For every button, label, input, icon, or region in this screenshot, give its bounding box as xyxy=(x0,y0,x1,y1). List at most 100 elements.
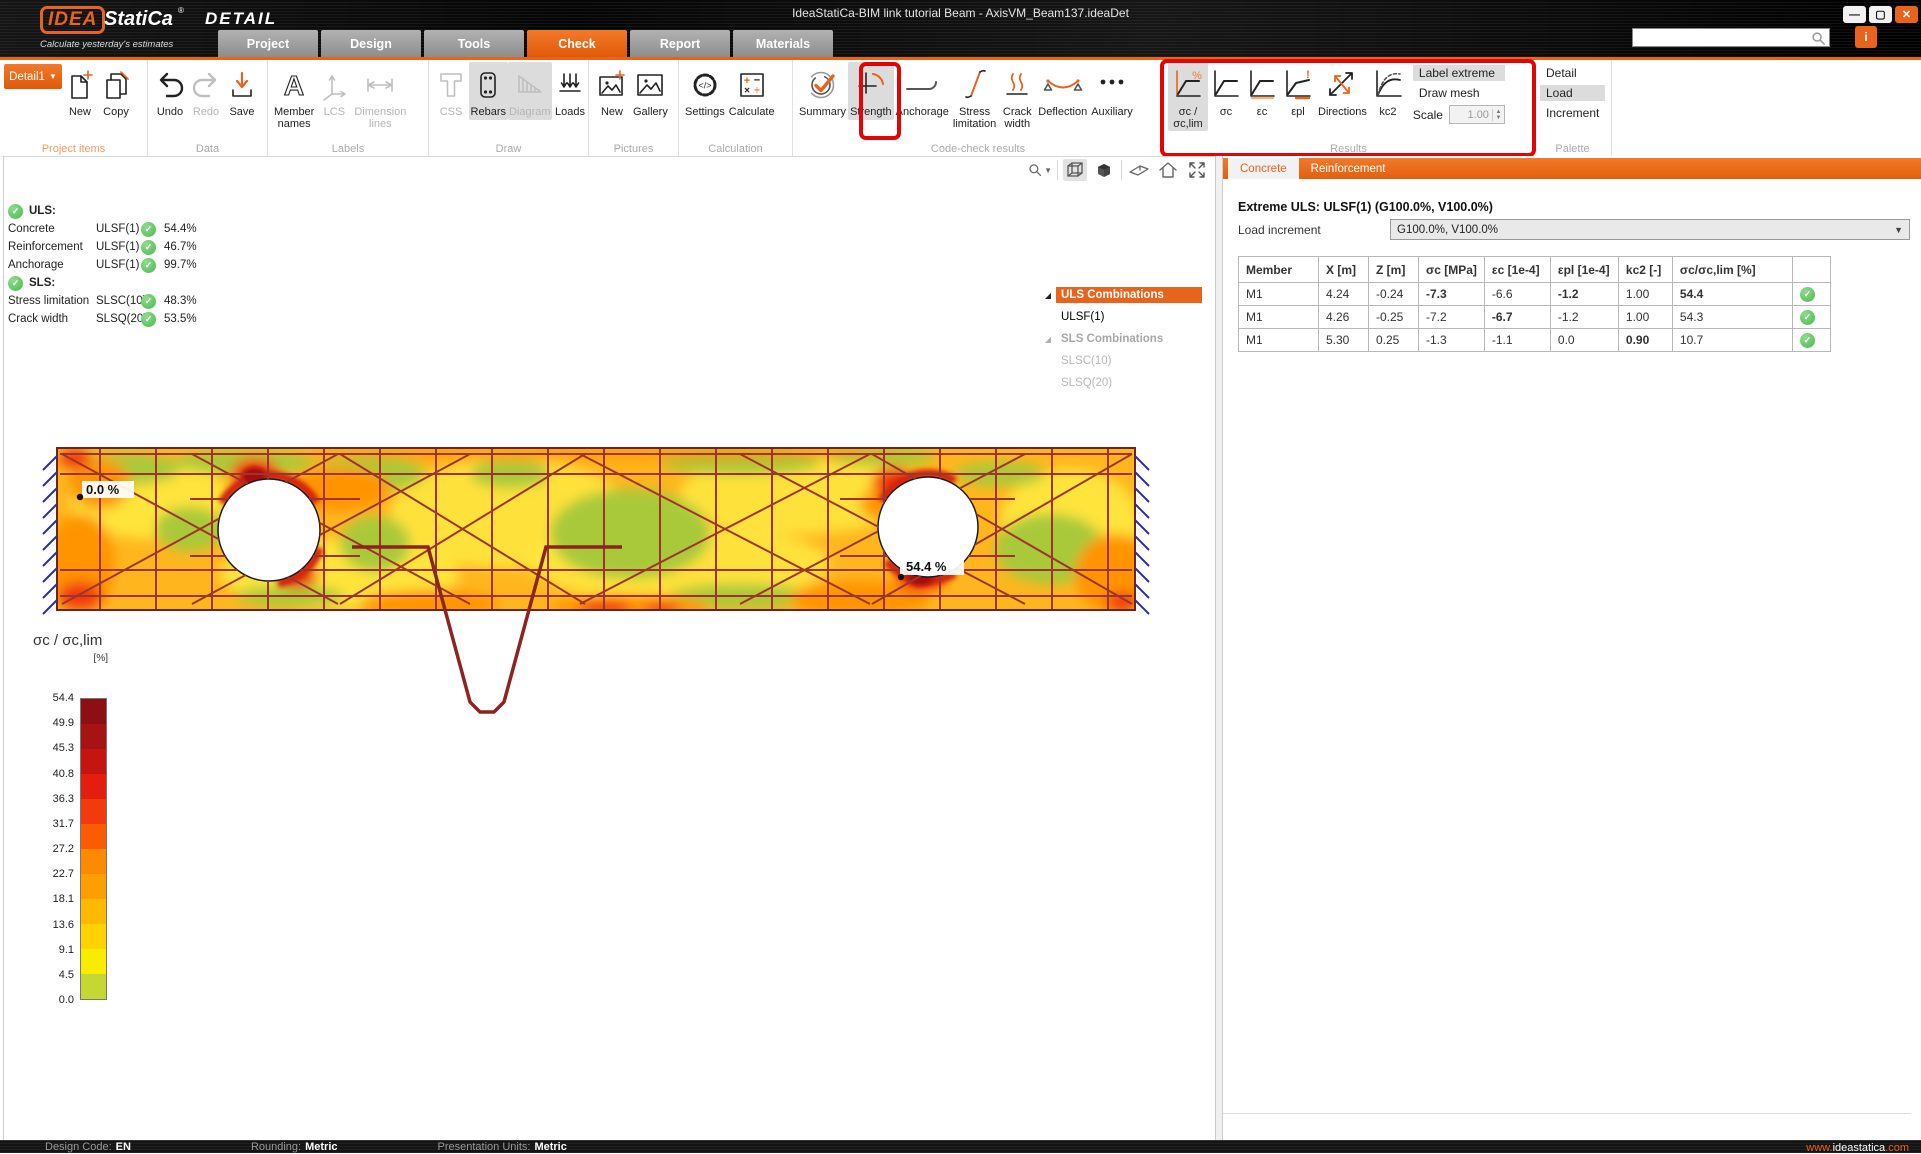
stress-curve-icon xyxy=(1210,63,1242,107)
new-picture-button[interactable]: New xyxy=(593,62,631,120)
load-increment-dropdown[interactable]: G100.0%, V100.0% ▼ xyxy=(1390,219,1910,240)
new-item-button[interactable]: New xyxy=(62,62,98,120)
table-cell: 5.30 xyxy=(1319,329,1369,352)
tree-item[interactable]: ◢SLS Combinations xyxy=(1040,328,1202,350)
table-cell: 1.00 xyxy=(1618,306,1672,329)
table-cell: 10.7 xyxy=(1672,329,1792,352)
chevron-down-icon: ▼ xyxy=(1894,225,1903,235)
tab-check[interactable]: Check xyxy=(527,30,627,57)
website-link[interactable]: www.ideastatica.com xyxy=(1806,1141,1909,1154)
tree-item-label: SLS Combinations xyxy=(1056,331,1202,347)
legend-segment xyxy=(81,749,106,774)
minimize-button[interactable]: — xyxy=(1843,6,1866,23)
label-extreme-toggle[interactable]: Label extreme xyxy=(1413,65,1505,81)
tab-materials[interactable]: Materials xyxy=(733,30,833,57)
calculate-button[interactable]: +−×÷ Calculate xyxy=(727,62,777,120)
fit-arrows-icon xyxy=(1187,160,1207,180)
load-increment-value: G100.0%, V100.0% xyxy=(1397,224,1498,236)
search-input[interactable] xyxy=(1632,28,1830,47)
tree-expander-icon[interactable]: ◢ xyxy=(1040,335,1056,344)
loads-button[interactable]: Loads xyxy=(552,62,588,120)
panel-splitter[interactable] xyxy=(1215,156,1223,1140)
tree-item[interactable]: ◢ULS Combinations xyxy=(1040,284,1202,306)
gallery-button[interactable]: Gallery xyxy=(631,62,670,120)
ribbon: Detail1 ▼ New Copy Project items xyxy=(0,60,1921,156)
sc-button[interactable]: σc xyxy=(1208,62,1244,120)
strength-button[interactable]: Strength xyxy=(848,62,894,120)
website-name: ideastatica xyxy=(1833,1142,1886,1154)
section-view-button[interactable] xyxy=(1127,159,1151,181)
detail-selector[interactable]: Detail1 ▼ xyxy=(4,64,62,89)
tree-expander-icon[interactable]: ◢ xyxy=(1040,291,1056,300)
check-icon xyxy=(141,240,156,255)
kc2-button[interactable]: kc2 xyxy=(1369,62,1407,120)
summary-button[interactable]: Summary xyxy=(797,62,848,120)
summary-row: AnchorageULSF(1)99.7% xyxy=(8,256,197,274)
draw-mesh-toggle[interactable]: Draw mesh xyxy=(1413,85,1505,101)
magnifier-icon xyxy=(1028,161,1042,179)
anchorage-button[interactable]: Anchorage xyxy=(894,62,951,120)
legend-tick-label: 40.8 xyxy=(34,768,74,780)
tab-concrete[interactable]: Concrete xyxy=(1228,158,1299,179)
close-button[interactable]: ✕ xyxy=(1895,6,1918,23)
tree-item[interactable]: SLSC(10) xyxy=(1040,350,1202,372)
spinner-arrows-icon[interactable]: ▲▼ xyxy=(1492,109,1504,121)
table-row[interactable]: M14.24-0.24-7.3-6.6-1.21.0054.4 xyxy=(1239,283,1831,306)
directions-arrows-icon xyxy=(1322,63,1362,107)
statica-logo: StatiCa xyxy=(104,8,173,31)
palette-load-option[interactable]: Load xyxy=(1540,85,1605,101)
rebars-button[interactable]: Rebars xyxy=(469,62,508,120)
ec-button[interactable]: εc xyxy=(1244,62,1280,120)
check-icon xyxy=(141,294,156,309)
scale-spinner[interactable]: 1.00 ▲▼ xyxy=(1449,105,1505,124)
maximize-button[interactable]: ▢ xyxy=(1869,6,1892,23)
directions-button[interactable]: Directions xyxy=(1316,62,1369,120)
canvas-toolbar: ▼ xyxy=(1028,159,1209,181)
zoom-tool-button[interactable]: ▼ xyxy=(1028,159,1052,181)
tab-tools[interactable]: Tools xyxy=(424,30,524,57)
lcs-button[interactable]: LCS xyxy=(316,62,352,120)
epl-button[interactable]: ! εpl xyxy=(1280,62,1316,120)
table-cell: M1 xyxy=(1239,329,1319,352)
table-cell: -1.2 xyxy=(1550,306,1618,329)
summary-section-header: SLS: xyxy=(8,274,197,292)
save-button[interactable]: Save xyxy=(224,62,260,120)
zoom-fit-button[interactable] xyxy=(1185,159,1209,181)
beam-result-plot[interactable]: 0.0 % 54.4 % xyxy=(40,444,1160,724)
extreme-label-min: 0.0 % xyxy=(77,481,134,500)
redo-button[interactable]: Redo xyxy=(188,62,224,120)
tree-item[interactable]: SLSQ(20) xyxy=(1040,372,1202,394)
copy-item-button[interactable]: Copy xyxy=(98,62,134,120)
diagram-button[interactable]: Diagram xyxy=(508,62,552,120)
member-names-button[interactable]: A Member names xyxy=(272,62,316,131)
css-button[interactable]: CSS xyxy=(433,62,469,120)
tree-item[interactable]: ULSF(1) xyxy=(1040,306,1202,328)
solid-cube-icon xyxy=(1094,160,1114,180)
check-icon xyxy=(141,258,156,273)
ribbon-tabs: Project Design Tools Check Report Materi… xyxy=(218,30,836,57)
tab-project[interactable]: Project xyxy=(218,30,318,57)
crack-width-button[interactable]: Crack width xyxy=(998,62,1036,131)
solid-view-button[interactable] xyxy=(1092,159,1116,181)
svg-text:×: × xyxy=(744,86,750,97)
palette-increment-option[interactable]: Increment xyxy=(1540,105,1605,121)
stress-limitation-button[interactable]: Stress limitation xyxy=(951,62,998,131)
tab-reinforcement[interactable]: Reinforcement xyxy=(1299,158,1398,179)
letter-a-icon: A xyxy=(277,63,311,107)
settings-button[interactable]: </> Settings xyxy=(683,62,727,120)
home-view-button[interactable] xyxy=(1156,159,1180,181)
diagram-icon xyxy=(514,63,546,107)
dimension-lines-button[interactable]: Dimension lines xyxy=(352,62,408,131)
tab-design[interactable]: Design xyxy=(321,30,421,57)
wireframe-view-button[interactable] xyxy=(1063,159,1087,181)
auxiliary-button[interactable]: Auxiliary xyxy=(1089,62,1135,120)
table-row[interactable]: M14.26-0.25-7.2-6.7-1.21.0054.3 xyxy=(1239,306,1831,329)
check-icon xyxy=(1800,287,1815,302)
undo-button[interactable]: Undo xyxy=(152,62,188,120)
table-row[interactable]: M15.300.25-1.3-1.10.00.9010.7 xyxy=(1239,329,1831,352)
sc-sclim-button[interactable]: % σc / σc,lim xyxy=(1168,62,1208,131)
palette-detail-option[interactable]: Detail xyxy=(1540,65,1605,81)
deflection-button[interactable]: Deflection xyxy=(1036,62,1089,120)
info-button[interactable]: i xyxy=(1855,26,1877,48)
tab-report[interactable]: Report xyxy=(630,30,730,57)
